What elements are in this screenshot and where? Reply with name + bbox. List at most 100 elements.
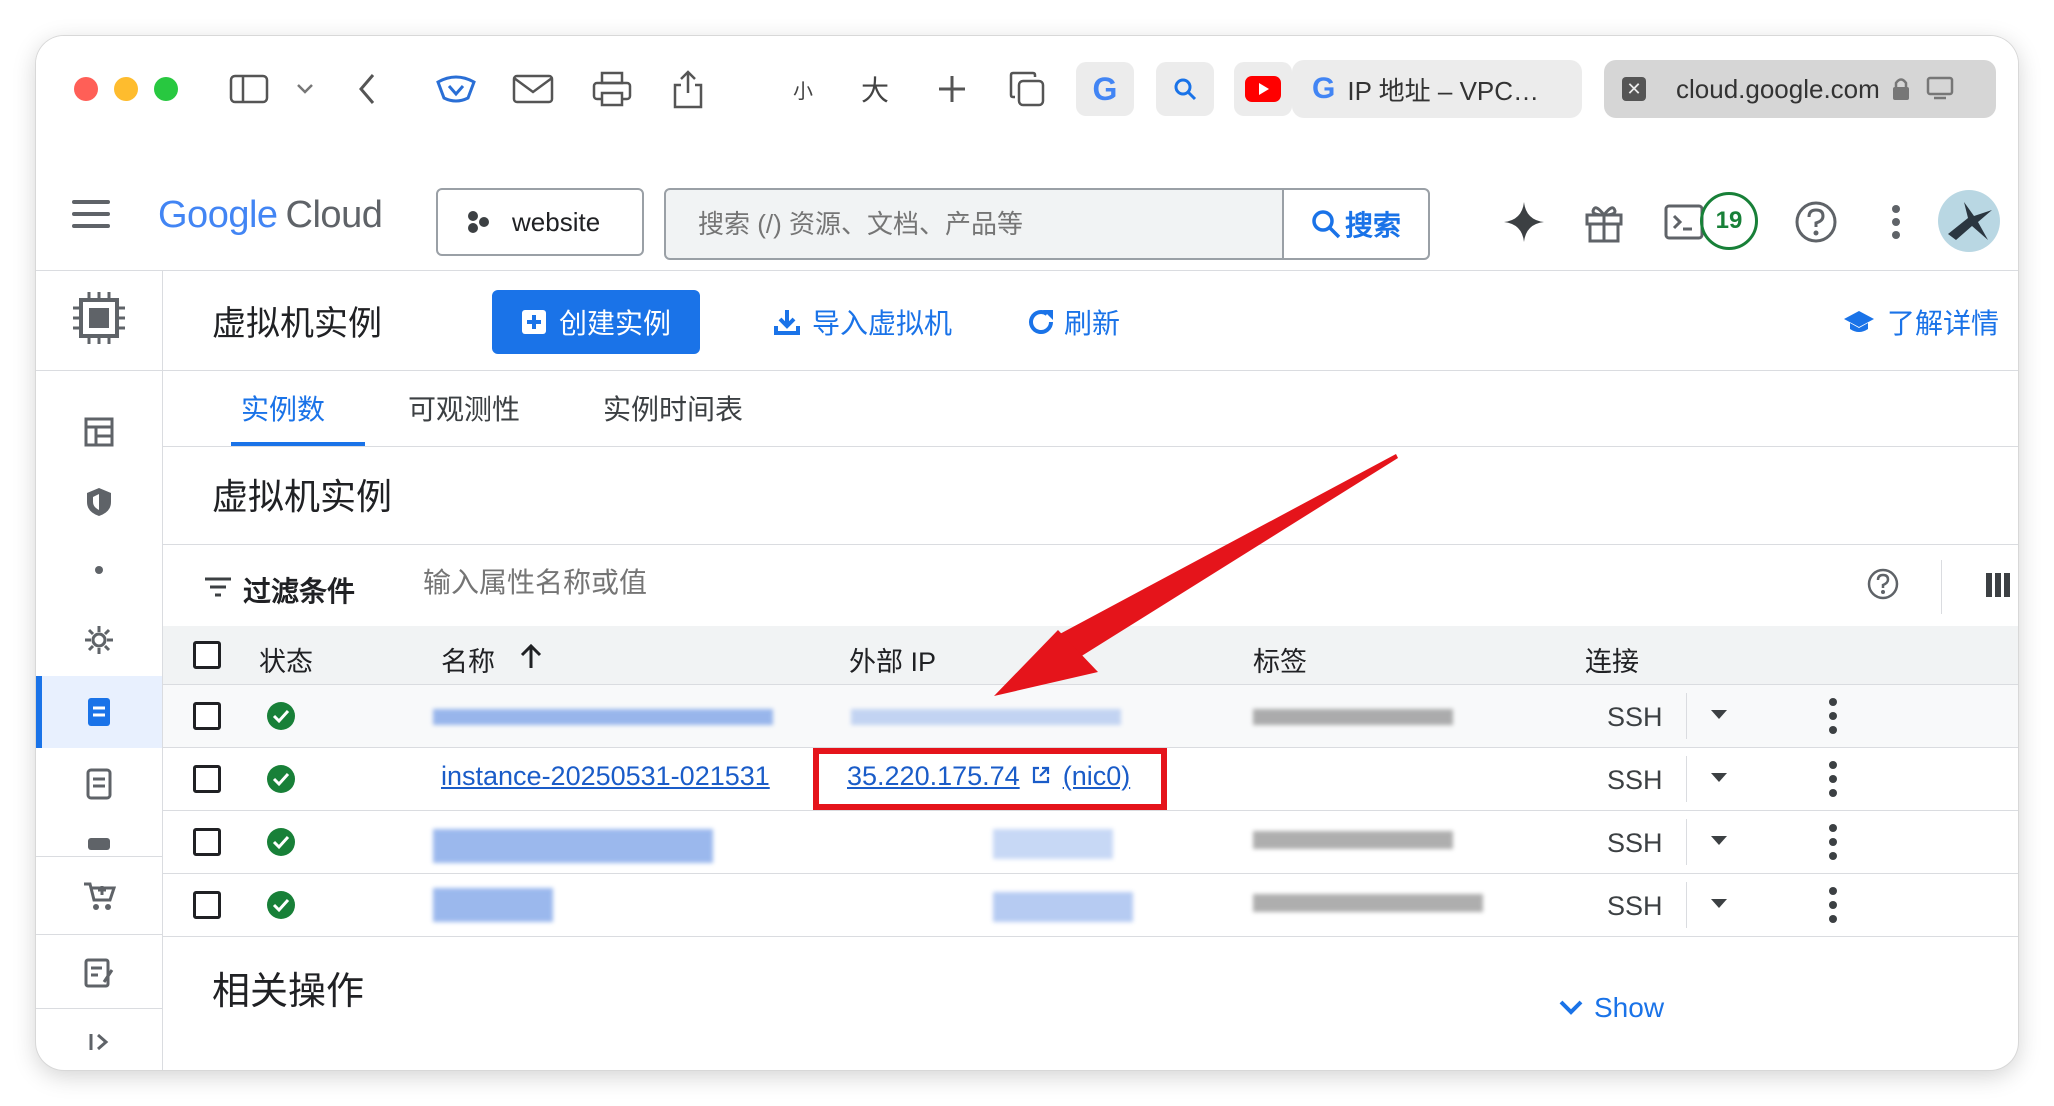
menu-icon[interactable] <box>72 200 112 228</box>
column-name[interactable]: 名称 <box>441 640 495 679</box>
project-picker[interactable]: website <box>436 188 644 256</box>
filter-input[interactable] <box>421 566 1125 600</box>
tab-observability[interactable]: 可观测性 <box>408 370 520 446</box>
compute-engine-icon[interactable] <box>36 278 162 358</box>
close-tab-icon[interactable]: ✕ <box>1622 77 1646 101</box>
search-button[interactable]: 搜索 <box>1282 190 1428 258</box>
google-favorite[interactable]: G <box>1076 62 1134 116</box>
filter-icon[interactable] <box>203 576 233 598</box>
avatar[interactable] <box>1938 190 2000 252</box>
google-icon: G <box>1312 72 1336 105</box>
tab-instances[interactable]: 实例数 <box>230 370 366 446</box>
column-display-icon[interactable] <box>1985 572 2011 598</box>
tab-cloud-google[interactable]: ✕ cloud.google.com <box>1604 60 1996 118</box>
ssh-dropdown-icon[interactable] <box>1711 899 1727 908</box>
vm-instances-nav-icon[interactable] <box>36 676 162 748</box>
browser-window: 小 大 G G IP 地址 – VPC… ✕ cloud.google.com <box>36 36 2018 1070</box>
gift-icon[interactable] <box>1578 196 1630 248</box>
row-more-icon[interactable] <box>1829 887 1837 923</box>
release-notes-icon[interactable] <box>36 940 162 1004</box>
sort-arrow-up-icon[interactable] <box>519 643 543 669</box>
create-instance-button[interactable]: 创建实例 <box>492 290 700 354</box>
tab-ip-address[interactable]: G IP 地址 – VPC… <box>1292 60 1582 118</box>
external-ip-cell: 35.220.175.74 (nic0) <box>847 761 1130 792</box>
status-ok-icon <box>267 702 295 730</box>
help-icon[interactable] <box>1867 568 1899 600</box>
column-status[interactable]: 状态 <box>259 640 313 679</box>
tab-overview-icon[interactable] <box>1006 66 1048 112</box>
ssh-button[interactable]: SSH <box>1607 828 1663 859</box>
mail-icon[interactable] <box>510 66 556 112</box>
tab-instance-schedules[interactable]: 实例时间表 <box>603 370 743 446</box>
expand-rail-icon[interactable] <box>36 1014 162 1070</box>
row-more-icon[interactable] <box>1829 761 1837 797</box>
row-more-icon[interactable] <box>1829 824 1837 860</box>
storage-icon[interactable] <box>36 814 162 854</box>
show-label: Show <box>1594 992 1665 1023</box>
import-vm-button[interactable]: 导入虚拟机 <box>774 290 952 354</box>
show-related-button[interactable]: Show <box>1558 992 1664 1024</box>
sidebar-toggle-icon[interactable] <box>226 66 272 112</box>
browser-toolbar: 小 大 G G IP 地址 – VPC… ✕ cloud.google.com <box>36 36 2018 160</box>
learn-more-link[interactable]: 了解详情 <box>1843 290 1999 354</box>
minimize-window-button[interactable] <box>114 77 138 101</box>
reader-icon[interactable] <box>1926 76 1954 102</box>
plus-icon[interactable] <box>934 66 970 112</box>
gemini-sparkle-icon[interactable] <box>1498 196 1550 248</box>
select-all-checkbox[interactable] <box>193 641 221 669</box>
address-bar-url[interactable]: cloud.google.com <box>1676 74 1880 105</box>
table-row[interactable]: SSH <box>163 685 2018 748</box>
status-ok-icon <box>267 765 295 793</box>
dashboard-icon[interactable] <box>36 400 162 464</box>
toolbar-divider <box>1941 560 1942 614</box>
smaller-text-button[interactable]: 小 <box>788 66 818 112</box>
more-vert-icon[interactable] <box>1870 196 1922 248</box>
instance-templates-icon[interactable] <box>36 752 162 816</box>
shield-extension-icon[interactable] <box>432 66 480 112</box>
open-in-new-icon[interactable] <box>1031 765 1051 785</box>
row-checkbox[interactable] <box>193 702 221 730</box>
youtube-favorite[interactable] <box>1234 62 1292 116</box>
create-instance-label: 创建实例 <box>558 308 671 339</box>
redacted-ip <box>993 829 1113 859</box>
google-cloud-logo[interactable]: Google Cloud <box>158 194 383 237</box>
row-checkbox[interactable] <box>193 765 221 793</box>
row-checkbox[interactable] <box>193 891 221 919</box>
refresh-button[interactable]: 刷新 <box>1026 290 1120 354</box>
ssh-button[interactable]: SSH <box>1607 765 1663 796</box>
row-more-icon[interactable] <box>1829 698 1837 734</box>
column-connect[interactable]: 连接 <box>1585 640 1639 679</box>
print-icon[interactable] <box>589 66 635 112</box>
search-icon <box>1312 210 1341 239</box>
tab-ip-address-label: IP 地址 – VPC… <box>1347 75 1540 106</box>
column-labels[interactable]: 标签 <box>1253 640 1307 679</box>
ssh-button[interactable]: SSH <box>1607 702 1663 733</box>
table-row[interactable]: SSH <box>163 811 2018 874</box>
search-bar[interactable]: 搜索 <box>664 188 1430 260</box>
logo-google: Google <box>158 194 278 236</box>
help-icon[interactable] <box>1790 196 1842 248</box>
close-window-button[interactable] <box>74 77 98 101</box>
search-icon <box>1174 78 1197 101</box>
search-input[interactable] <box>696 207 1300 241</box>
ssh-button[interactable]: SSH <box>1607 891 1663 922</box>
security-shield-icon[interactable] <box>36 470 162 534</box>
larger-text-button[interactable]: 大 <box>858 66 892 112</box>
nic-link[interactable]: (nic0) <box>1063 761 1131 791</box>
table-row[interactable]: SSH <box>163 874 2018 937</box>
column-external-ip[interactable]: 外部 IP <box>849 640 936 679</box>
chevron-down-icon[interactable] <box>292 66 318 112</box>
zoom-window-button[interactable] <box>154 77 178 101</box>
back-icon[interactable] <box>352 66 382 112</box>
notification-badge[interactable]: 19 <box>1700 192 1758 250</box>
marketplace-cart-icon[interactable] <box>36 864 162 928</box>
settings-chip-icon[interactable] <box>36 608 162 672</box>
row-checkbox[interactable] <box>193 828 221 856</box>
ssh-dropdown-icon[interactable] <box>1711 773 1727 782</box>
search-favorite[interactable] <box>1156 62 1214 116</box>
ssh-dropdown-icon[interactable] <box>1711 836 1727 845</box>
external-ip-link[interactable]: 35.220.175.74 <box>847 761 1020 791</box>
share-icon[interactable] <box>668 66 708 112</box>
ssh-dropdown-icon[interactable] <box>1711 710 1727 719</box>
instance-name-link[interactable]: instance-20250531-021531 <box>441 761 770 792</box>
